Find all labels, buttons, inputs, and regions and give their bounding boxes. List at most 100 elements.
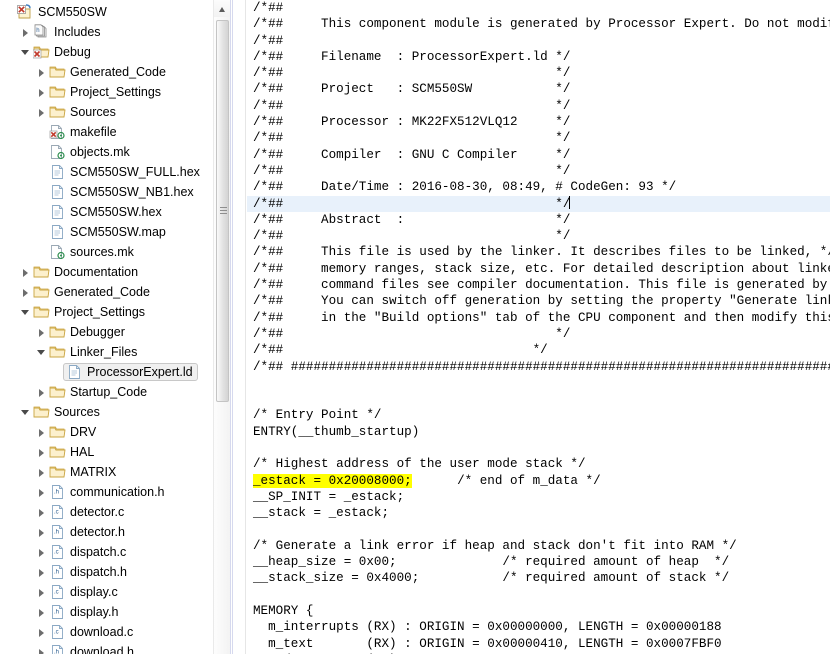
tree-item-content[interactable]: Documentation xyxy=(33,263,138,281)
code-line[interactable]: /*## Project : SCM550SW */ xyxy=(247,81,830,97)
tree-item-content[interactable]: .h display.h xyxy=(49,603,118,621)
tree-item-scm550sw[interactable]: SCM550SW xyxy=(0,2,230,22)
code-line[interactable] xyxy=(247,375,830,391)
tree-item-content[interactable]: SCM550SW xyxy=(17,3,107,21)
code-line[interactable]: /*## command files see compiler document… xyxy=(247,277,830,293)
project-tree-scrollbar[interactable] xyxy=(213,0,230,654)
tree-item-content[interactable]: .h communication.h xyxy=(49,483,165,501)
tree-item-linker-files[interactable]: Linker_Files xyxy=(0,342,230,362)
tree-item-matrix[interactable]: MATRIX xyxy=(0,462,230,482)
tree-item-content[interactable]: ProcessorExpert.ld xyxy=(63,363,198,381)
tree-item-content[interactable]: .h detector.h xyxy=(49,523,125,541)
tree-item-includes[interactable]: h Includes xyxy=(0,22,230,42)
expand-arrow-open-icon[interactable] xyxy=(20,47,31,58)
tree-item-debugger[interactable]: Debugger xyxy=(0,322,230,342)
tree-item-processorexpert-ld[interactable]: ProcessorExpert.ld xyxy=(0,362,230,382)
expand-arrow-closed-icon[interactable] xyxy=(36,107,47,118)
code-line[interactable]: /* Entry Point */ xyxy=(247,407,830,423)
code-line[interactable] xyxy=(247,391,830,407)
code-line[interactable]: _estack = 0x20008000; /* end of m_data *… xyxy=(247,473,830,489)
code-line[interactable]: __stack = _estack; xyxy=(247,505,830,521)
expand-arrow-closed-icon[interactable] xyxy=(36,607,47,618)
tree-item-generated-code[interactable]: Generated_Code xyxy=(0,282,230,302)
tree-item-scm550sw-map[interactable]: SCM550SW.map xyxy=(0,222,230,242)
tree-item-content[interactable]: sources.mk xyxy=(49,243,134,261)
tree-item-content[interactable]: Debugger xyxy=(49,323,125,341)
code-line[interactable]: /*## memory ranges, stack size, etc. For… xyxy=(247,261,830,277)
code-line[interactable]: __heap_size = 0x00; /* required amount o… xyxy=(247,554,830,570)
tree-item-objects-mk[interactable]: objects.mk xyxy=(0,142,230,162)
scroll-thumb[interactable] xyxy=(216,20,229,402)
source-code-text[interactable]: /*## *//*## This component module is gen… xyxy=(247,0,830,654)
tree-item-scm550sw-hex[interactable]: SCM550SW.hex xyxy=(0,202,230,222)
expand-arrow-closed-icon[interactable] xyxy=(36,627,47,638)
expand-arrow-closed-icon[interactable] xyxy=(36,487,47,498)
expand-arrow-closed-icon[interactable] xyxy=(36,587,47,598)
code-line[interactable]: /*## Date/Time : 2016-08-30, 08:49, # Co… xyxy=(247,179,830,195)
tree-item-content[interactable]: .c detector.c xyxy=(49,503,124,521)
tree-item-content[interactable]: Linker_Files xyxy=(49,343,137,361)
tree-item-drv[interactable]: DRV xyxy=(0,422,230,442)
expand-arrow-closed-icon[interactable] xyxy=(36,67,47,78)
code-line[interactable] xyxy=(247,587,830,603)
code-line[interactable]: /*## Processor : MK22FX512VLQ12 */ xyxy=(247,114,830,130)
tree-item-content[interactable]: MATRIX xyxy=(49,463,116,481)
tree-item-content[interactable]: .h dispatch.h xyxy=(49,563,127,581)
code-line[interactable]: ENTRY(__thumb_startup) xyxy=(247,424,830,440)
tree-item-content[interactable]: Sources xyxy=(49,103,116,121)
tree-item-debug[interactable]: Debug xyxy=(0,42,230,62)
code-line[interactable]: /* Highest address of the user mode stac… xyxy=(247,456,830,472)
code-line[interactable]: /*## Filename : ProcessorExpert.ld */ xyxy=(247,49,830,65)
code-line[interactable]: MEMORY { xyxy=(247,603,830,619)
code-line[interactable]: /*## */ xyxy=(247,65,830,81)
tree-item-content[interactable]: .c display.c xyxy=(49,583,118,601)
tree-item-content[interactable]: Generated_Code xyxy=(49,63,166,81)
tree-item-content[interactable]: makefile xyxy=(49,123,117,141)
code-line[interactable]: /*## */ xyxy=(247,163,830,179)
code-line[interactable]: /* Generate a link error if heap and sta… xyxy=(247,538,830,554)
code-line[interactable] xyxy=(247,522,830,538)
code-line[interactable]: __SP_INIT = _estack; xyxy=(247,489,830,505)
tree-item-content[interactable]: .h download.h xyxy=(49,643,134,654)
tree-item-content[interactable]: Project_Settings xyxy=(49,83,161,101)
code-line[interactable]: /*## */ xyxy=(247,98,830,114)
tree-item-download-c[interactable]: .c download.c xyxy=(0,622,230,642)
code-line[interactable]: /*## This component module is generated … xyxy=(247,16,830,32)
expand-arrow-closed-icon[interactable] xyxy=(20,287,31,298)
tree-item-communication-h[interactable]: .h communication.h xyxy=(0,482,230,502)
tree-item-hal[interactable]: HAL xyxy=(0,442,230,462)
expand-arrow-closed-icon[interactable] xyxy=(36,547,47,558)
tree-item-content[interactable]: SCM550SW.hex xyxy=(49,203,162,221)
tree-item-content[interactable]: Sources xyxy=(33,403,100,421)
tree-item-sources[interactable]: Sources xyxy=(0,102,230,122)
tree-item-content[interactable]: .c dispatch.c xyxy=(49,543,126,561)
tree-item-scm550sw-full-hex[interactable]: SCM550SW_FULL.hex xyxy=(0,162,230,182)
code-line[interactable]: /*## Abstract : */ xyxy=(247,212,830,228)
tree-item-detector-h[interactable]: .h detector.h xyxy=(0,522,230,542)
expand-arrow-open-icon[interactable] xyxy=(36,347,47,358)
tree-item-makefile[interactable]: makefile xyxy=(0,122,230,142)
project-explorer-view[interactable]: SCM550SW h Includes Debug Generated_Code Proj… xyxy=(0,0,230,654)
tree-item-content[interactable]: h Includes xyxy=(33,23,101,41)
code-line[interactable]: /*## in the "Build options" tab of the C… xyxy=(247,310,830,326)
tree-item-content[interactable]: SCM550SW_NB1.hex xyxy=(49,183,194,201)
tree-item-scm550sw-nb1-hex[interactable]: SCM550SW_NB1.hex xyxy=(0,182,230,202)
tree-item-project-settings[interactable]: Project_Settings xyxy=(0,82,230,102)
code-line[interactable]: /*## Compiler : GNU C Compiler */ xyxy=(247,147,830,163)
tree-item-sources-mk[interactable]: sources.mk xyxy=(0,242,230,262)
expand-arrow-closed-icon[interactable] xyxy=(36,427,47,438)
code-line[interactable]: /*## You can switch off generation by se… xyxy=(247,293,830,309)
tree-item-content[interactable]: DRV xyxy=(49,423,96,441)
tree-item-detector-c[interactable]: .c detector.c xyxy=(0,502,230,522)
tree-item-content[interactable]: objects.mk xyxy=(49,143,130,161)
tree-item-content[interactable]: Startup_Code xyxy=(49,383,147,401)
code-line[interactable]: /*## */ xyxy=(247,33,830,49)
expand-arrow-closed-icon[interactable] xyxy=(36,507,47,518)
tree-item-startup-code[interactable]: Startup_Code xyxy=(0,382,230,402)
tree-item-content[interactable]: SCM550SW.map xyxy=(49,223,166,241)
tree-item-content[interactable]: Project_Settings xyxy=(33,303,145,321)
code-line[interactable]: /*## ###################################… xyxy=(247,359,830,375)
tree-item-documentation[interactable]: Documentation xyxy=(0,262,230,282)
code-line[interactable]: /*## */ xyxy=(247,228,830,244)
tree-item-project-settings[interactable]: Project_Settings xyxy=(0,302,230,322)
